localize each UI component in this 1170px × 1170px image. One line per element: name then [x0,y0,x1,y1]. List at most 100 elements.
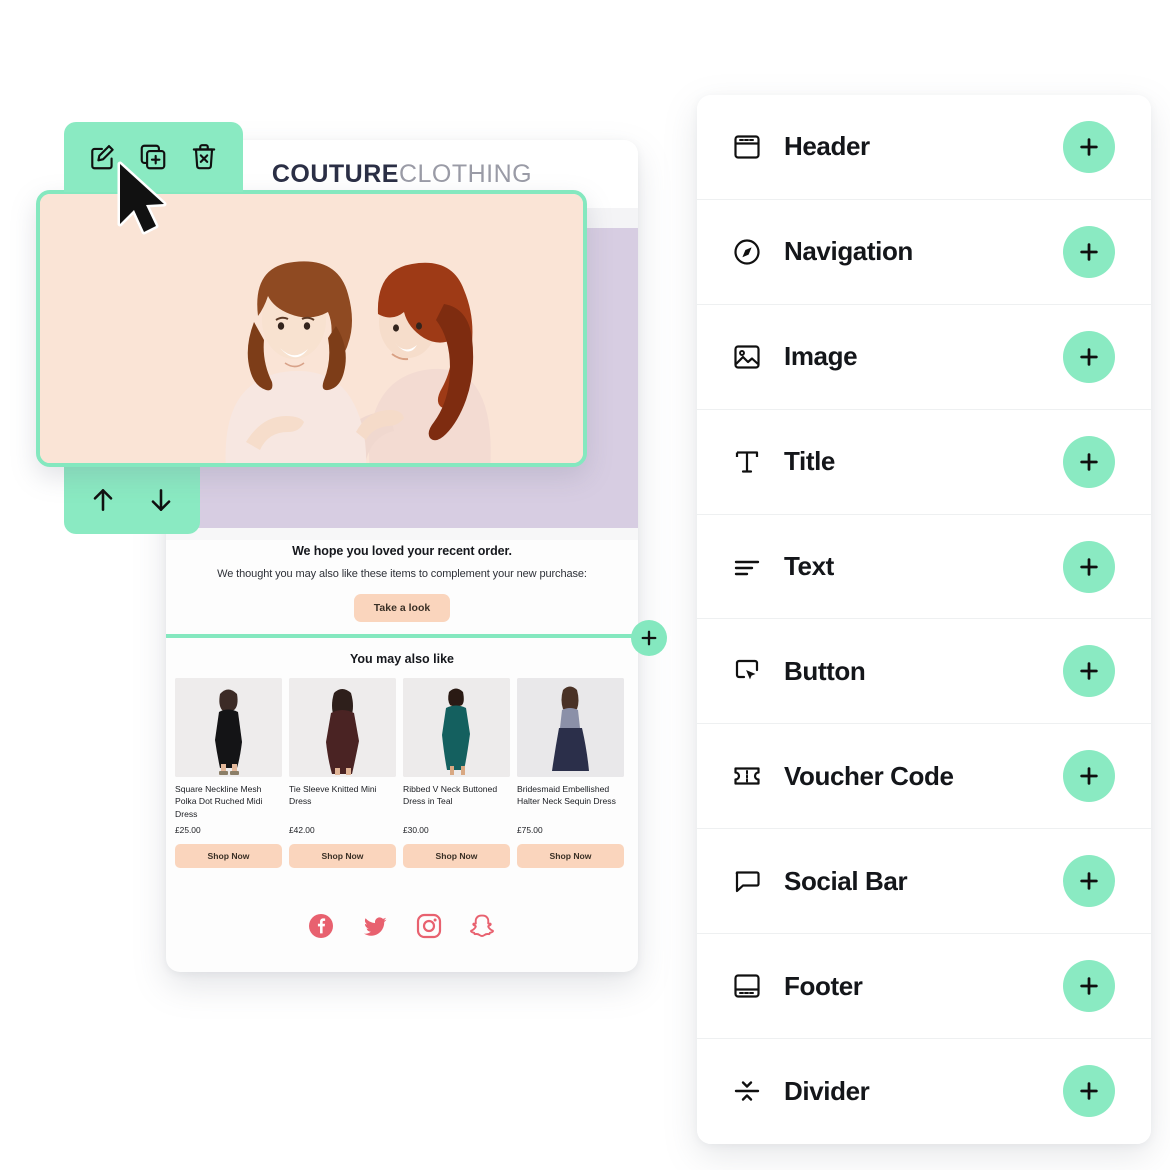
email-builder-screen: COUTURECLOTHING We hope you loved your r… [0,0,1170,1170]
add-button-button[interactable] [1063,645,1115,698]
sidebar-item-voucher-code[interactable]: Voucher Code [697,724,1151,830]
list-item[interactable]: Bridesmaid Embellished Halter Neck Sequi… [517,678,624,868]
plus-icon [1080,557,1098,576]
move-block-down-icon[interactable] [146,485,176,515]
delete-block-icon[interactable] [189,142,219,172]
hero-photo [40,194,583,463]
edit-block-icon[interactable] [88,142,118,172]
brand-logo: COUTURECLOTHING [272,160,532,189]
navigation-icon [730,235,764,269]
sidebar-item-label: Title [784,446,835,477]
sidebar-item-navigation[interactable]: Navigation [697,199,1151,305]
add-divider-button[interactable] [1063,1065,1115,1118]
product-name-1: Tie Sleeve Knitted Mini Dress [289,784,377,807]
product-grid: Square Neckline Mesh Polka Dot Ruched Mi… [166,678,638,868]
take-a-look-button[interactable]: Take a look [353,594,451,622]
instagram-icon[interactable] [415,912,443,940]
recommendations-block[interactable]: You may also like Square Neckline Mesh P… [166,642,638,868]
sidebar-item-label: Navigation [784,236,913,267]
sidebar-item-text[interactable]: Text [697,514,1151,620]
sidebar-item-label: Footer [784,970,863,1001]
product-price-1: £42.00 [289,825,315,835]
promo-heading: We hope you loved your recent order. [292,544,512,558]
header-icon [730,130,764,164]
sidebar-item-header[interactable]: Header [697,95,1151,200]
product-name-2: Ribbed V Neck Buttoned Dress in Teal [403,784,498,807]
plus-icon [1080,662,1098,681]
sidebar-item-footer[interactable]: Footer [697,934,1151,1040]
sidebar-item-title[interactable]: Title [697,409,1151,515]
product-name-0: Square Neckline Mesh Polka Dot Ruched Mi… [175,784,263,819]
shop-now-button-3[interactable]: Shop Now [517,844,624,868]
plus-icon [1080,348,1098,366]
plus-icon [1080,872,1098,890]
promo-subtext: We thought you may also like these items… [217,568,587,580]
sidebar-item-label: Button [784,655,866,686]
product-price-2: £30.00 [403,825,429,835]
product-price-3: £75.00 [517,825,543,835]
product-name-3: Bridesmaid Embellished Halter Neck Sequi… [517,784,616,807]
sidebar-item-social-bar[interactable]: Social Bar [697,829,1151,935]
sidebar-item-button[interactable]: Button [697,619,1151,725]
shop-now-button-0[interactable]: Shop Now [175,844,282,868]
plus-icon [1080,1082,1098,1101]
recommendations-title: You may also like [350,652,454,666]
sidebar-item-label: Divider [784,1075,870,1106]
plus-icon [1080,138,1098,156]
product-image-2 [403,678,510,777]
product-image-3 [517,678,624,777]
list-item[interactable]: Square Neckline Mesh Polka Dot Ruched Mi… [175,678,282,868]
divider-icon [730,1074,764,1108]
add-navigation-button[interactable] [1063,225,1115,278]
insert-block-button[interactable] [631,620,667,656]
voucher-code-icon [730,759,764,793]
email-social-bar-block[interactable] [166,912,638,940]
add-image-button[interactable] [1063,330,1115,383]
add-header-button[interactable] [1063,120,1115,173]
plus-icon [641,630,657,646]
product-image-0 [175,678,282,777]
plus-icon [1080,243,1098,261]
snapchat-icon[interactable] [469,912,497,940]
duplicate-block-icon[interactable] [138,142,168,172]
add-social-bar-button[interactable] [1063,855,1115,908]
panel-pointer-notch [668,608,700,668]
add-footer-button[interactable] [1063,960,1115,1013]
add-voucher-code-button[interactable] [1063,750,1115,803]
sidebar-item-label: Header [784,131,870,162]
block-insert-divider-line [166,634,638,638]
list-item[interactable]: Ribbed V Neck Buttoned Dress in Teal £30… [403,678,510,868]
shop-now-button-1[interactable]: Shop Now [289,844,396,868]
product-image-1 [289,678,396,777]
block-library-panel: Header Navigation Image Title Text Butto… [697,95,1151,1144]
list-item[interactable]: Tie Sleeve Knitted Mini Dress £42.00 Sho… [289,678,396,868]
social-bar-icon [730,864,764,898]
brand-logo-strong: COUTURE [271,159,399,188]
add-text-button[interactable] [1063,540,1115,593]
sidebar-item-image[interactable]: Image [697,304,1151,410]
product-price-0: £25.00 [175,825,201,835]
sidebar-item-label: Image [784,341,858,372]
add-title-button[interactable] [1063,435,1115,488]
text-icon [730,550,764,584]
promo-text-block[interactable]: We hope you loved your recent order. We … [166,538,638,622]
shop-now-button-2[interactable]: Shop Now [403,844,510,868]
title-icon [730,445,764,479]
plus-icon [1080,452,1098,471]
sidebar-item-label: Text [784,551,834,581]
image-icon [730,340,764,374]
block-toolbar-top [64,122,243,192]
footer-icon [730,969,764,1003]
twitter-icon[interactable] [361,912,389,940]
sidebar-item-divider[interactable]: Divider [697,1039,1151,1144]
block-toolbar-bottom [64,466,200,534]
button-icon [730,654,764,688]
brand-logo-light: CLOTHING [398,159,533,188]
sidebar-item-label: Social Bar [784,865,908,896]
plus-icon [1080,977,1098,995]
sidebar-item-label: Voucher Code [784,760,954,791]
move-block-up-icon[interactable] [88,485,118,515]
plus-icon [1080,767,1098,785]
selected-hero-image-block[interactable] [36,190,587,467]
facebook-icon[interactable] [307,912,335,940]
